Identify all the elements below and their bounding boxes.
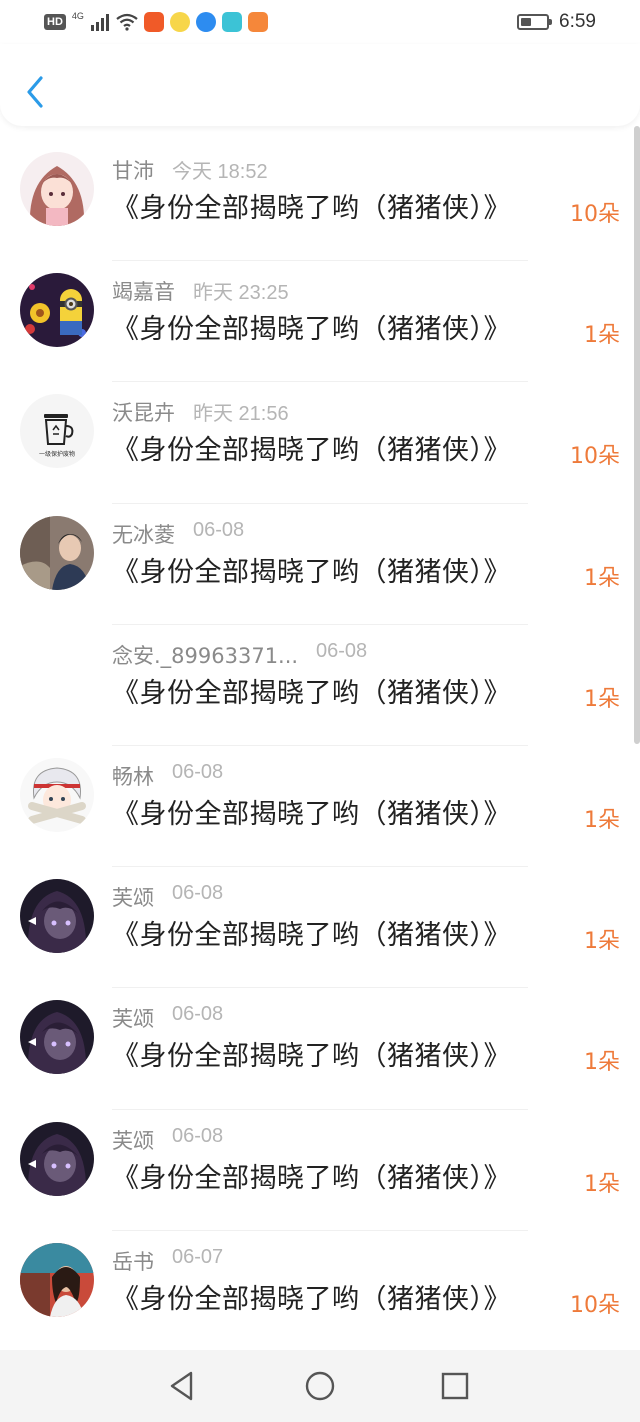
app-notification-icon: [143, 12, 164, 32]
sender-name[interactable]: 畅林: [112, 761, 154, 791]
list-item[interactable]: 甘沛 今天 18:52 《身份全部揭晓了哟（猪猪侠）》 10朵: [0, 140, 640, 262]
avatar[interactable]: [20, 273, 94, 348]
chevron-left-icon: [27, 76, 43, 108]
avatar[interactable]: [20, 757, 94, 832]
gift-time: 06-08: [172, 1124, 224, 1147]
navigation-bar: [0, 1350, 640, 1422]
list-item[interactable]: 畅林 06-08 《身份全部揭晓了哟（猪猪侠）》 1朵: [0, 746, 640, 868]
sender-name[interactable]: 岳书: [112, 1246, 154, 1276]
sender-name[interactable]: 无冰菱: [112, 519, 175, 549]
sender-name[interactable]: 芙颂: [112, 1125, 154, 1155]
flower-count: 1朵: [584, 929, 620, 955]
flower-count: 10朵: [570, 444, 620, 470]
flower-count: 1朵: [584, 1171, 620, 1197]
flower-count: 1朵: [584, 323, 620, 349]
avatar[interactable]: [20, 515, 94, 590]
work-title[interactable]: 《身份全部揭晓了哟（猪猪侠）》: [112, 671, 511, 710]
gift-time: 今天 18:52: [172, 161, 268, 183]
scrollbar[interactable]: [634, 126, 640, 744]
gift-time: 06-07: [172, 1245, 224, 1268]
sender-name[interactable]: 芙颂: [112, 1003, 154, 1033]
signal-icon: [90, 14, 109, 31]
flower-count: 10朵: [570, 202, 620, 227]
gift-time: 06-08: [316, 639, 368, 662]
status-bar: HD 4G 6:59: [0, 0, 640, 44]
work-title[interactable]: 《身份全部揭晓了哟（猪猪侠）》: [112, 186, 511, 225]
flower-count: 1朵: [584, 1050, 620, 1076]
app-notification-icon: [195, 12, 216, 32]
list-item[interactable]: 芙颂 06-08 《身份全部揭晓了哟（猪猪侠）》 1朵: [0, 1110, 640, 1231]
svg-text:一级保护废物: 一级保护废物: [39, 450, 75, 458]
wifi-icon: [116, 13, 138, 31]
gift-time: 06-08: [172, 760, 224, 783]
back-button[interactable]: [18, 70, 52, 114]
sender-name[interactable]: 甘沛: [112, 155, 154, 185]
flower-count: 10朵: [570, 1292, 620, 1318]
battery-icon: [517, 14, 553, 30]
work-title[interactable]: 《身份全部揭晓了哟（猪猪侠）》: [112, 792, 511, 831]
avatar[interactable]: [20, 152, 94, 226]
back-triangle-icon: [170, 1371, 193, 1401]
gift-time: 昨天 21:56: [193, 403, 289, 426]
app-notification-icon: [169, 12, 190, 32]
avatar[interactable]: [20, 1242, 94, 1317]
battery-level: [521, 18, 531, 26]
list-item[interactable]: 一级保护废物 沃昆卉 昨天 21:56 《身份全部揭晓了哟（猪猪侠）》 10朵: [0, 382, 640, 504]
status-time: 6:59: [559, 11, 596, 32]
nav-back-button[interactable]: [164, 1370, 200, 1402]
nav-recents-button[interactable]: [437, 1370, 473, 1402]
flower-count: 1朵: [584, 686, 620, 712]
app-notification-icon: [221, 12, 242, 32]
gift-time: 06-08: [172, 1003, 224, 1026]
header: [0, 44, 640, 126]
recents-square-icon: [441, 1372, 469, 1400]
gift-time: 昨天 23:25: [193, 282, 289, 305]
sender-name[interactable]: 竭嘉音: [112, 276, 175, 306]
work-title[interactable]: 《身份全部揭晓了哟（猪猪侠）》: [112, 1277, 511, 1316]
avatar[interactable]: [20, 1121, 94, 1196]
list-item[interactable]: 念安._89963371... 06-08 《身份全部揭晓了哟（猪猪侠）》 1朵: [0, 625, 640, 746]
sender-name[interactable]: 沃昆卉: [112, 397, 175, 427]
avatar[interactable]: [20, 879, 94, 954]
gift-time: 06-08: [193, 518, 245, 541]
work-title[interactable]: 《身份全部揭晓了哟（猪猪侠）》: [112, 307, 511, 346]
list-item[interactable]: 芙颂 06-08 《身份全部揭晓了哟（猪猪侠）》 1朵: [0, 988, 640, 1110]
list-item[interactable]: 竭嘉音 昨天 23:25 《身份全部揭晓了哟（猪猪侠）》 1朵: [0, 261, 640, 383]
work-title[interactable]: 《身份全部揭晓了哟（猪猪侠）》: [112, 1156, 511, 1195]
flower-count: 1朵: [584, 565, 620, 591]
gift-time: 06-08: [172, 882, 224, 905]
hd-badge: HD: [44, 14, 66, 30]
status-icons-right: 6:59: [517, 10, 596, 34]
gift-list[interactable]: 甘沛 今天 18:52 《身份全部揭晓了哟（猪猪侠）》 10朵 竭嘉音 昨天 23:25 《…: [0, 140, 640, 1350]
work-title[interactable]: 《身份全部揭晓了哟（猪猪侠）》: [112, 913, 511, 952]
avatar[interactable]: [20, 1000, 94, 1075]
avatar[interactable]: 一级保护废物: [20, 394, 94, 469]
list-item[interactable]: 无冰菱 06-08 《身份全部揭晓了哟（猪猪侠）》 1朵: [0, 504, 640, 625]
sender-name[interactable]: 芙颂: [112, 882, 154, 912]
avatar[interactable]: [20, 637, 94, 711]
list-item[interactable]: 芙颂 06-08 《身份全部揭晓了哟（猪猪侠）》 1朵: [0, 867, 640, 989]
list-item[interactable]: 岳书 06-07 《身份全部揭晓了哟（猪猪侠）》 10朵: [0, 1231, 640, 1350]
sender-name[interactable]: 念安._89963371...: [112, 640, 298, 670]
home-circle-icon: [305, 1371, 335, 1401]
work-title[interactable]: 《身份全部揭晓了哟（猪猪侠）》: [112, 428, 511, 467]
app-notification-icon: [247, 12, 268, 32]
status-icons-left: HD 4G: [44, 10, 268, 34]
nav-home-button[interactable]: [302, 1370, 338, 1402]
network-type: 4G: [71, 11, 84, 21]
work-title[interactable]: 《身份全部揭晓了哟（猪猪侠）》: [112, 550, 511, 589]
flower-count: 1朵: [584, 807, 620, 833]
work-title[interactable]: 《身份全部揭晓了哟（猪猪侠）》: [112, 1034, 511, 1073]
